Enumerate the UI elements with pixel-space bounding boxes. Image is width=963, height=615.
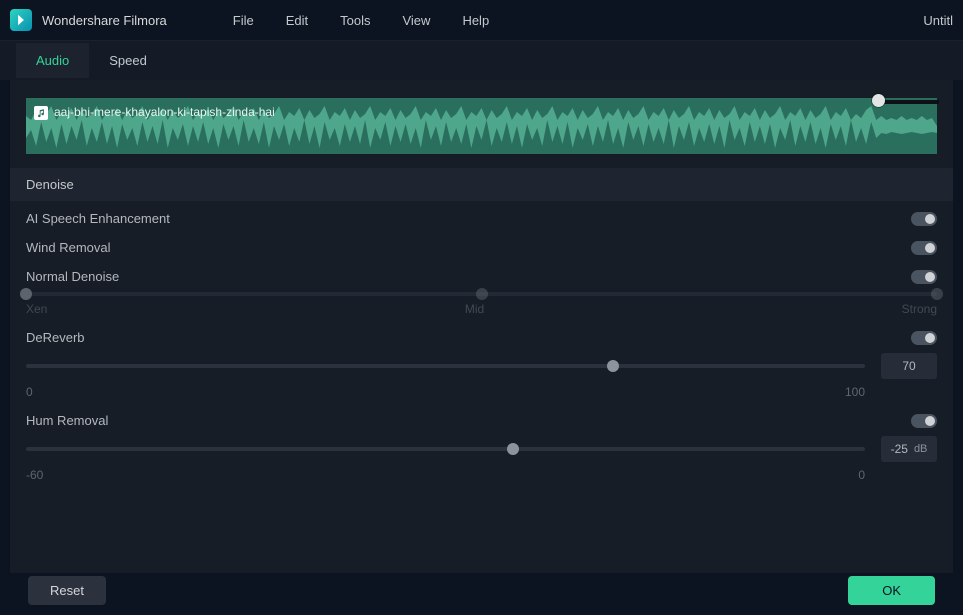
document-title: Untitl (923, 13, 953, 28)
app-logo-icon (10, 9, 32, 31)
dereverb-min: 0 (26, 385, 33, 399)
row-ai-speech: AI Speech Enhancement (26, 211, 937, 226)
slider-normal-denoise[interactable] (26, 292, 937, 296)
hum-value[interactable]: -25dB (881, 436, 937, 462)
menu-help[interactable]: Help (446, 7, 505, 34)
tab-audio[interactable]: Audio (16, 43, 89, 78)
music-note-icon (34, 106, 48, 120)
normal-min: Xen (26, 302, 47, 316)
toggle-wind-removal[interactable] (911, 241, 937, 255)
dereverb-max: 100 (845, 385, 865, 399)
section-denoise-header: Denoise (10, 168, 953, 201)
footer: Reset OK (10, 573, 953, 607)
tabs-bar: Audio Speed (0, 40, 963, 80)
dereverb-value[interactable]: 70 (881, 353, 937, 379)
toggle-ai-speech[interactable] (911, 212, 937, 226)
row-hum-removal: Hum Removal -25dB -60 0 (26, 413, 937, 482)
ok-button[interactable]: OK (848, 576, 935, 605)
label-wind-removal: Wind Removal (26, 240, 111, 255)
menu-file[interactable]: File (217, 7, 270, 34)
menubar: Wondershare Filmora File Edit Tools View… (0, 0, 963, 40)
denoise-settings: AI Speech Enhancement Wind Removal Norma… (10, 201, 953, 482)
app-name: Wondershare Filmora (42, 13, 167, 28)
toggle-normal-denoise[interactable] (911, 270, 937, 284)
waveform-preview[interactable]: aaj-bhi-mere-khayalon-ki-tapish-zinda-ha… (26, 98, 937, 154)
playhead-knob[interactable] (872, 94, 885, 107)
clip-name: aaj-bhi-mere-khayalon-ki-tapish-zinda-ha… (54, 105, 275, 119)
toggle-dereverb[interactable] (911, 331, 937, 345)
slider-dereverb[interactable] (26, 364, 865, 368)
playhead-tail (884, 100, 939, 104)
hum-max: 0 (858, 468, 865, 482)
row-wind-removal: Wind Removal (26, 240, 937, 255)
row-normal-denoise: Normal Denoise Xen Mid Strong (26, 269, 937, 316)
normal-mid: Mid (465, 302, 484, 316)
hum-min: -60 (26, 468, 43, 482)
menu-edit[interactable]: Edit (270, 7, 324, 34)
menu-tools[interactable]: Tools (324, 7, 386, 34)
reset-button[interactable]: Reset (28, 576, 106, 605)
tab-speed[interactable]: Speed (89, 43, 167, 78)
normal-max: Strong (902, 302, 937, 316)
row-dereverb: DeReverb 70 0 100 (26, 330, 937, 399)
label-normal-denoise: Normal Denoise (26, 269, 119, 284)
label-hum-removal: Hum Removal (26, 413, 108, 428)
slider-hum-removal[interactable] (26, 447, 865, 451)
label-ai-speech: AI Speech Enhancement (26, 211, 170, 226)
menu-view[interactable]: View (386, 7, 446, 34)
label-dereverb: DeReverb (26, 330, 85, 345)
toggle-hum-removal[interactable] (911, 414, 937, 428)
content-panel: aaj-bhi-mere-khayalon-ki-tapish-zinda-ha… (10, 80, 953, 573)
